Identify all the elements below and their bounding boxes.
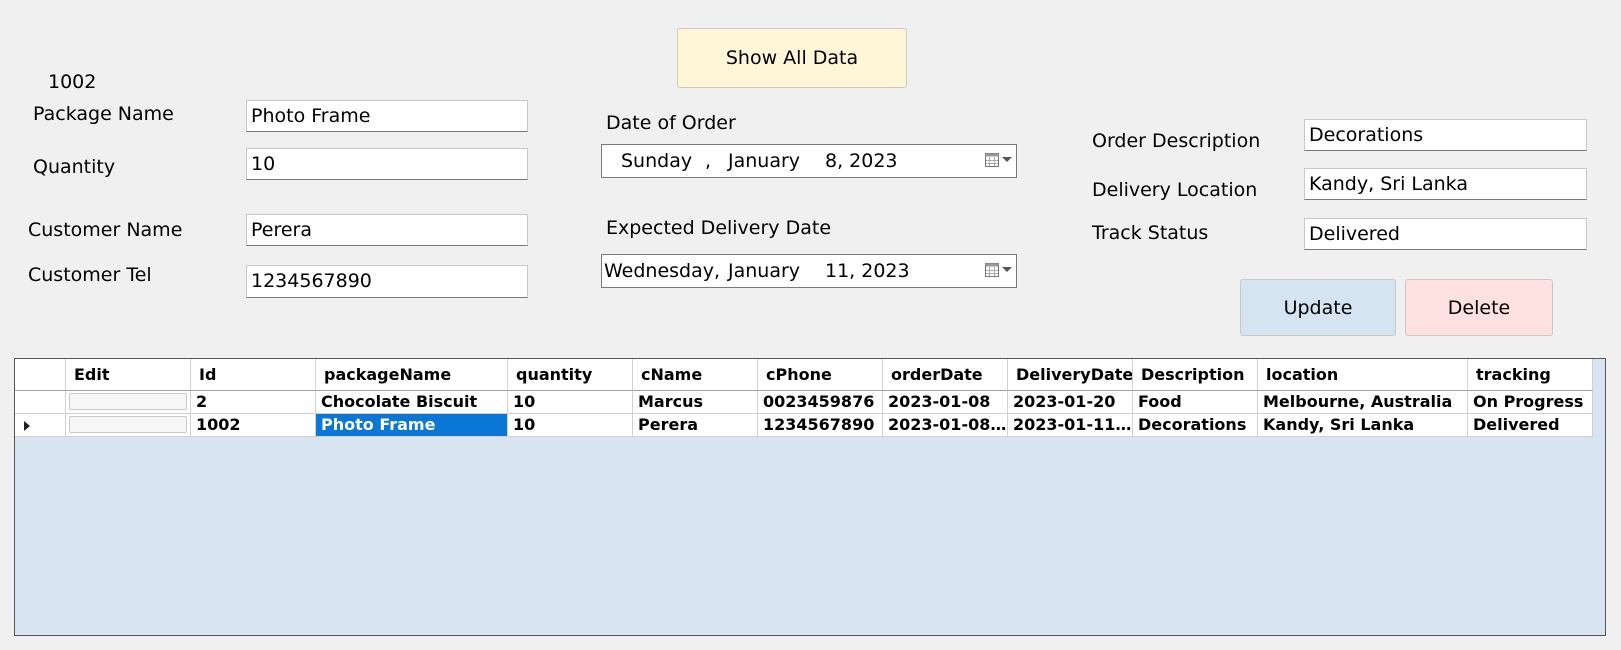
table-row[interactable]: 2 Chocolate Biscuit 10 Marcus 0023459876… bbox=[15, 391, 1593, 414]
packagename-cell[interactable]: Photo Frame bbox=[316, 414, 508, 437]
row-header[interactable] bbox=[15, 414, 66, 437]
track-status-label: Track Status bbox=[1092, 222, 1209, 244]
customer-tel-label: Customer Tel bbox=[28, 264, 152, 286]
column-header-quantity[interactable]: quantity bbox=[508, 359, 633, 391]
calendar-icon[interactable] bbox=[985, 263, 999, 277]
quantity-cell[interactable]: 10 bbox=[508, 391, 633, 414]
package-name-field[interactable]: Photo Frame bbox=[246, 100, 528, 132]
column-header-edit[interactable]: Edit bbox=[66, 359, 191, 391]
date-of-order-picker[interactable]: Sunday , January 8, 2023 bbox=[601, 144, 1017, 178]
quantity-field[interactable]: 10 bbox=[246, 148, 528, 180]
grid-header-row: Edit Id packageName quantity cName cPhon… bbox=[15, 359, 1593, 391]
id-label: 1002 bbox=[48, 71, 97, 93]
delete-button[interactable]: Delete bbox=[1405, 279, 1553, 336]
show-all-data-label: Show All Data bbox=[725, 47, 859, 69]
id-cell[interactable]: 1002 bbox=[191, 414, 316, 437]
customer-tel-field[interactable]: 1234567890 bbox=[246, 265, 528, 298]
customer-name-field[interactable]: Perera bbox=[246, 214, 528, 246]
calendar-icon[interactable] bbox=[985, 153, 999, 167]
orderdate-cell[interactable]: 2023-01-08T0… bbox=[883, 414, 1008, 437]
show-all-data-button[interactable]: Show All Data bbox=[677, 28, 907, 88]
column-header-tracking[interactable]: tracking bbox=[1468, 359, 1593, 391]
cname-cell[interactable]: Perera bbox=[633, 414, 758, 437]
description-cell[interactable]: Decorations bbox=[1133, 414, 1258, 437]
column-header-cname[interactable]: cName bbox=[633, 359, 758, 391]
tracking-cell[interactable]: Delivered bbox=[1468, 414, 1593, 437]
expected-delivery-picker[interactable]: Wednesday, January 11, 2023 bbox=[601, 254, 1017, 288]
packagename-cell[interactable]: Chocolate Biscuit bbox=[316, 391, 508, 414]
update-label: Update bbox=[1283, 296, 1353, 319]
chevron-down-icon[interactable] bbox=[1002, 157, 1012, 162]
cphone-cell[interactable]: 1234567890 bbox=[758, 414, 883, 437]
date-of-order-label: Date of Order bbox=[606, 112, 736, 134]
quantity-label: Quantity bbox=[33, 156, 116, 178]
quantity-cell[interactable]: 10 bbox=[508, 414, 633, 437]
edit-button[interactable] bbox=[69, 393, 187, 410]
location-cell[interactable]: Melbourne, Australia bbox=[1258, 391, 1468, 414]
order-month: January bbox=[728, 150, 801, 172]
row-header[interactable] bbox=[15, 391, 66, 414]
order-weekday: Sunday bbox=[621, 150, 693, 172]
column-header-cphone[interactable]: cPhone bbox=[758, 359, 883, 391]
delivery-location-label: Delivery Location bbox=[1092, 179, 1258, 201]
description-cell[interactable]: Food bbox=[1133, 391, 1258, 414]
delivery-day-year: 11, 2023 bbox=[825, 260, 910, 282]
chevron-down-icon[interactable] bbox=[1002, 267, 1012, 272]
current-row-indicator-icon bbox=[24, 421, 30, 431]
row-header-corner bbox=[15, 359, 66, 391]
track-status-field[interactable]: Delivered bbox=[1304, 218, 1587, 250]
order-description-field[interactable]: Decorations bbox=[1304, 119, 1587, 151]
customer-name-label: Customer Name bbox=[28, 219, 183, 241]
order-description-label: Order Description bbox=[1092, 130, 1261, 152]
tracking-cell[interactable]: On Progress bbox=[1468, 391, 1593, 414]
cname-cell[interactable]: Marcus bbox=[633, 391, 758, 414]
id-cell[interactable]: 2 bbox=[191, 391, 316, 414]
deliverydate-cell[interactable]: 2023-01-20 bbox=[1008, 391, 1133, 414]
orders-data-grid[interactable]: Edit Id packageName quantity cName cPhon… bbox=[14, 358, 1606, 636]
column-header-packagename[interactable]: packageName bbox=[316, 359, 508, 391]
edit-cell[interactable] bbox=[66, 414, 191, 437]
edit-button[interactable] bbox=[69, 416, 187, 433]
edit-cell[interactable] bbox=[66, 391, 191, 414]
expected-delivery-label: Expected Delivery Date bbox=[606, 217, 832, 239]
column-header-description[interactable]: Description bbox=[1133, 359, 1258, 391]
cphone-cell[interactable]: 0023459876 bbox=[758, 391, 883, 414]
column-header-deliverydate[interactable]: DeliveryDate bbox=[1008, 359, 1133, 391]
delivery-month: January bbox=[728, 260, 801, 282]
order-day-year: 8, 2023 bbox=[825, 150, 898, 172]
column-header-location[interactable]: location bbox=[1258, 359, 1468, 391]
location-cell[interactable]: Kandy, Sri Lanka bbox=[1258, 414, 1468, 437]
delete-label: Delete bbox=[1447, 296, 1511, 319]
update-button[interactable]: Update bbox=[1240, 279, 1396, 336]
order-sep: , bbox=[705, 150, 712, 172]
package-name-label: Package Name bbox=[33, 103, 174, 125]
orderdate-cell[interactable]: 2023-01-08 bbox=[883, 391, 1008, 414]
table-row[interactable]: 1002 Photo Frame 10 Perera 1234567890 20… bbox=[15, 414, 1593, 437]
column-header-id[interactable]: Id bbox=[191, 359, 316, 391]
delivery-location-field[interactable]: Kandy, Sri Lanka bbox=[1304, 168, 1587, 200]
delivery-weekday: Wednesday, bbox=[604, 260, 721, 282]
column-header-orderdate[interactable]: orderDate bbox=[883, 359, 1008, 391]
deliverydate-cell[interactable]: 2023-01-11T0… bbox=[1008, 414, 1133, 437]
